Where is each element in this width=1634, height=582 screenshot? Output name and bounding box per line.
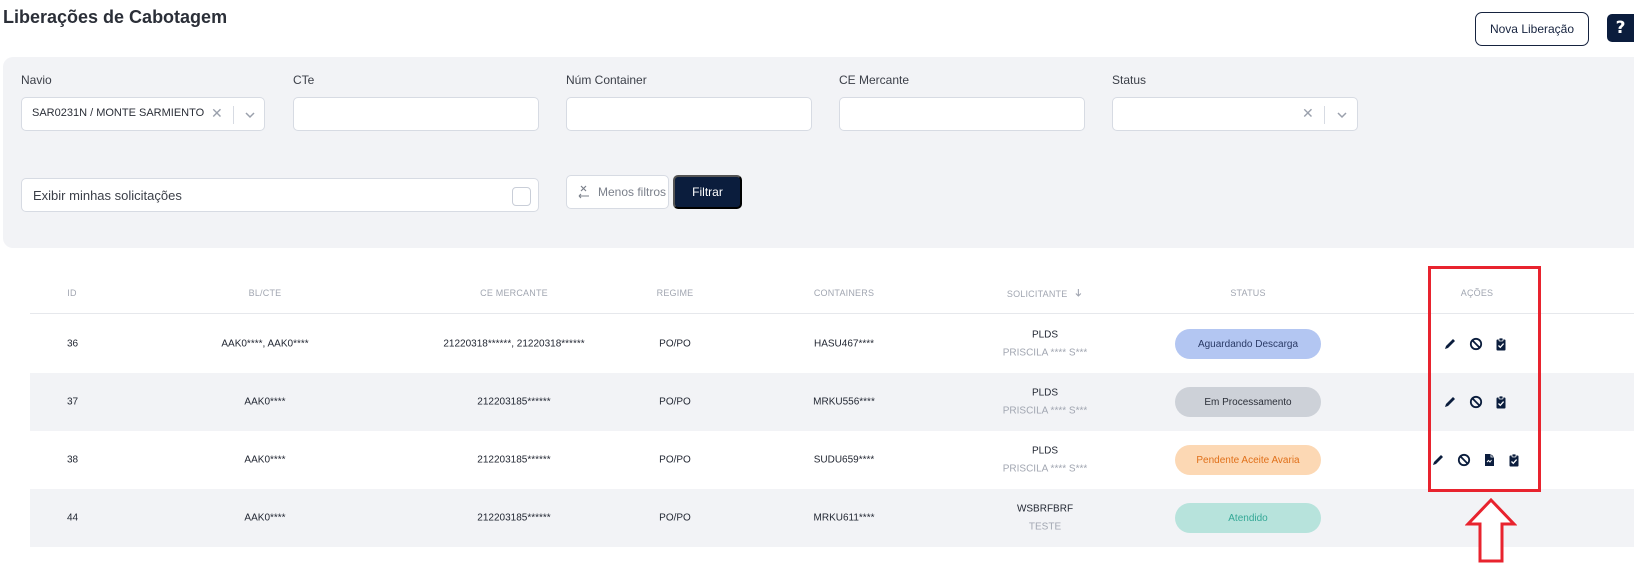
table-row[interactable]: 38 AAK0**** 212203185****** PO/PO SUDU65… [30, 431, 1634, 489]
solicitante-name: PLDS [1031, 387, 1059, 399]
cell-solicitante: WSBRFBRF TESTE [1017, 504, 1073, 533]
status-select[interactable]: ✕ [1112, 97, 1358, 131]
chevron-down-icon[interactable] [243, 108, 257, 122]
cell-solicitante: PLDS PRISCILA **** S*** [1003, 330, 1088, 359]
navio-label: Navio [21, 73, 52, 87]
th-status[interactable]: STATUS [1230, 288, 1265, 298]
table-row[interactable]: 44 AAK0**** 212203185****** PO/PO MRKU61… [30, 489, 1634, 547]
exibir-minhas-label: Exibir minhas solicitações [33, 188, 182, 203]
clear-icon[interactable]: ✕ [211, 106, 223, 122]
cell-containers: SUDU659**** [813, 454, 875, 466]
th-solicitante-label: SOLICITANTE [1006, 289, 1068, 299]
clear-icon[interactable]: ✕ [1302, 106, 1314, 122]
cell-regime: PO/PO [659, 454, 691, 466]
table-header-divider [30, 313, 1634, 314]
solicitante-name: PLDS [1031, 445, 1059, 457]
help-button[interactable]: ? [1607, 14, 1634, 42]
cell-ce-mercante: 212203185****** [477, 396, 551, 408]
solicitante-name: WSBRFBRF [1016, 503, 1074, 515]
solicitante-user: PRISCILA **** S*** [1002, 347, 1088, 359]
cell-containers: MRKU611**** [813, 512, 875, 524]
cell-bl-cte: AAK0****, AAK0**** [221, 338, 309, 350]
ce-mercante-label: CE Mercante [839, 73, 910, 87]
num-container-label: Núm Container [566, 73, 647, 87]
status-badge: Atendido [1175, 503, 1321, 533]
table-row[interactable]: 37 AAK0**** 212203185****** PO/PO MRKU55… [30, 373, 1634, 431]
th-id[interactable]: ID [67, 288, 76, 298]
cell-regime: PO/PO [659, 512, 691, 524]
solicitante-user: PRISCILA **** S*** [1002, 405, 1088, 417]
cell-regime: PO/PO [659, 338, 691, 350]
chevron-down-icon[interactable] [1335, 108, 1349, 122]
cell-id: 36 [67, 338, 79, 350]
solicitante-user: PRISCILA **** S*** [1002, 463, 1088, 475]
status-badge: Pendente Aceite Avaria [1175, 445, 1321, 475]
cell-solicitante: PLDS PRISCILA **** S*** [1003, 446, 1088, 475]
cell-regime: PO/PO [659, 396, 691, 408]
th-solicitante[interactable]: SOLICITANTE [1007, 288, 1083, 299]
ce-mercante-input[interactable] [839, 97, 1085, 131]
filtrar-button[interactable]: Filtrar [673, 175, 742, 209]
cte-label: CTe [293, 73, 315, 87]
cell-ce-mercante: 21220318******, 21220318****** [443, 338, 585, 350]
status-label: Status [1112, 73, 1147, 87]
cell-ce-mercante: 212203185****** [477, 454, 551, 466]
page-title: Liberações de Cabotagem [3, 7, 228, 27]
th-containers[interactable]: CONTAINERS [814, 288, 874, 298]
cell-ce-mercante: 212203185****** [477, 512, 551, 524]
navio-select[interactable]: SAR0231N / MONTE SARMIENTO ✕ [21, 97, 265, 131]
num-container-input[interactable] [566, 97, 812, 131]
filter-panel [3, 57, 1634, 248]
cell-containers: HASU467**** [813, 338, 875, 350]
cell-bl-cte: AAK0**** [244, 396, 286, 408]
th-ce-mercante[interactable]: CE MERCANTE [480, 288, 548, 298]
select-divider [1324, 106, 1325, 124]
cte-input[interactable] [293, 97, 539, 131]
cell-id: 38 [67, 454, 79, 466]
status-badge: Aguardando Descarga [1175, 329, 1321, 359]
cell-containers: MRKU556**** [813, 396, 875, 408]
th-regime[interactable]: REGIME [657, 288, 694, 298]
cell-id: 37 [67, 396, 79, 408]
solicitante-name: PLDS [1031, 329, 1059, 341]
th-bl-cte[interactable]: BL/CTE [249, 288, 282, 298]
menos-filtros-button[interactable]: Menos filtros [566, 175, 669, 209]
exibir-minhas-toggle[interactable]: Exibir minhas solicitações [21, 178, 539, 212]
select-divider [233, 106, 234, 124]
cell-id: 44 [67, 512, 79, 524]
nova-liberacao-button[interactable]: Nova Liberação [1475, 12, 1589, 46]
status-badge: Em Processamento [1175, 387, 1321, 417]
arrow-down-icon[interactable] [1074, 288, 1083, 298]
navio-value: SAR0231N / MONTE SARMIENTO [32, 107, 205, 119]
cell-solicitante: PLDS PRISCILA **** S*** [1003, 388, 1088, 417]
solicitante-user: TESTE [1028, 521, 1062, 533]
table-row[interactable]: 36 AAK0****, AAK0**** 21220318******, 21… [30, 315, 1634, 373]
clear-filter-icon [578, 185, 589, 199]
exibir-minhas-checkbox[interactable] [512, 187, 531, 206]
menos-filtros-label: Menos filtros [598, 185, 667, 199]
cell-bl-cte: AAK0**** [244, 454, 286, 466]
cell-bl-cte: AAK0**** [244, 512, 286, 524]
annotation-highlight-box [1428, 266, 1541, 492]
arrow-up-icon [1465, 497, 1517, 563]
